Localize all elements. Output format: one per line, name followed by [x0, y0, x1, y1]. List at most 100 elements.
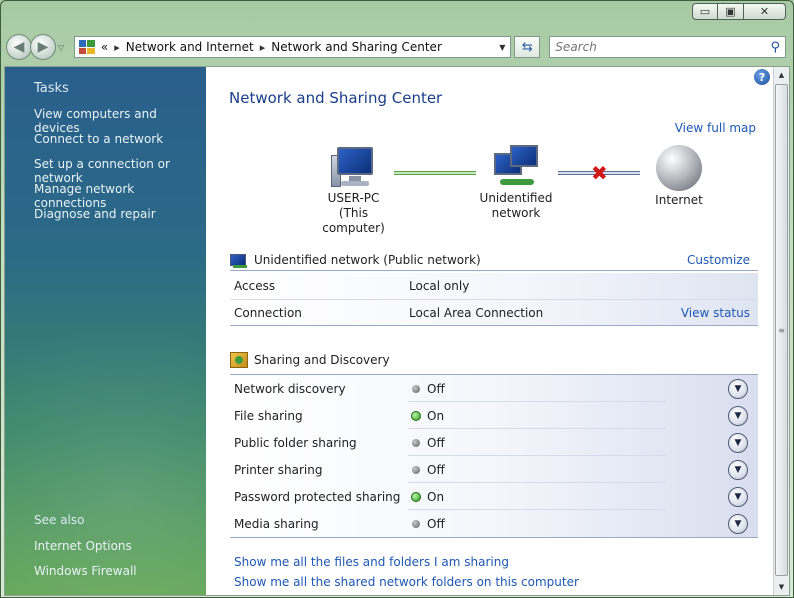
map-node-internet[interactable]: Internet [644, 145, 714, 208]
tasks-pane: Tasks View computers and devices Connect… [5, 67, 206, 595]
expand-button[interactable]: ▼ [728, 459, 748, 480]
status-off-icon [412, 519, 420, 528]
status-indicator: Off [412, 436, 445, 450]
network-icon [490, 145, 542, 189]
status-indicator: Off [412, 382, 445, 396]
task-manage-network-connections[interactable]: Manage network connections [34, 182, 206, 210]
address-dropdown-button[interactable]: ▼ [494, 37, 510, 57]
sharing-setting-label: Password protected sharing [234, 489, 401, 504]
disconnected-x-icon: ✖ [591, 161, 608, 185]
globe-icon [656, 145, 702, 191]
sharing-setting-label: Public folder sharing [234, 435, 357, 450]
task-diagnose-and-repair[interactable]: Diagnose and repair [34, 207, 156, 221]
status-indicator: Off [412, 517, 445, 531]
scroll-up-button[interactable]: ▲ [774, 67, 789, 83]
recent-pages-dropdown[interactable]: ▽ [58, 43, 68, 52]
refresh-button[interactable]: ⇆ [514, 36, 541, 58]
forward-arrow-icon: ▶ [37, 39, 49, 55]
breadcrumb-separator[interactable]: ▸ [114, 41, 120, 54]
content-area: Tasks View computers and devices Connect… [4, 66, 790, 596]
status-on-icon [411, 491, 421, 502]
chevron-down-icon: ▼ [734, 410, 742, 421]
expand-button[interactable]: ▼ [728, 486, 748, 507]
expand-button[interactable]: ▼ [728, 432, 748, 453]
breadcrumb-network-and-sharing-center[interactable]: Network and Sharing Center [271, 40, 442, 54]
network-section-header: Unidentified network (Public network) Cu… [230, 249, 758, 271]
sharing-row-password-protected-sharing: Password protected sharing On ▼ [230, 483, 758, 510]
sharing-setting-label: Printer sharing [234, 462, 323, 477]
sharing-setting-label: Network discovery [234, 381, 346, 396]
close-button[interactable]: ✕ [744, 3, 786, 20]
breadcrumb-overflow[interactable]: « [101, 40, 108, 54]
scroll-down-button[interactable]: ▼ [774, 579, 789, 595]
status-indicator: On [411, 490, 444, 504]
chevron-down-icon: ▼ [734, 437, 742, 448]
sharing-setting-label: File sharing [234, 408, 303, 423]
status-indicator: On [411, 409, 444, 423]
task-view-computers-and-devices[interactable]: View computers and devices [34, 107, 206, 135]
connection-label: Connection [234, 305, 302, 320]
show-shared-network-folders-link[interactable]: Show me all the shared network folders o… [234, 575, 579, 589]
network-icon [230, 252, 248, 268]
search-input[interactable] [555, 40, 766, 54]
chevron-down-icon: ▽ [57, 42, 65, 52]
scrollbar-thumb[interactable]: ≡ [775, 84, 788, 576]
search-box[interactable]: ⚲ [549, 36, 787, 58]
expand-button[interactable]: ▼ [728, 378, 748, 399]
network-info-table: Access Local only Connection Local Area … [230, 273, 758, 326]
control-panel-icon [78, 40, 95, 54]
see-also-internet-options[interactable]: Internet Options [34, 539, 132, 553]
minimize-button[interactable]: ▭ [692, 3, 718, 20]
tasks-heading: Tasks [34, 81, 69, 96]
customize-link[interactable]: Customize [687, 253, 750, 267]
forward-button[interactable]: ▶ [29, 34, 56, 60]
see-also-windows-firewall[interactable]: Windows Firewall [34, 564, 137, 578]
sharing-table: Network discovery Off ▼ File sharing On … [230, 374, 758, 538]
view-status-link[interactable]: View status [681, 306, 750, 320]
maximize-button[interactable]: ▣ [718, 3, 744, 20]
computer-sub-label: (This computer) [322, 206, 385, 235]
sharing-setting-label: Media sharing [234, 516, 319, 531]
back-button[interactable]: ◀ [6, 34, 32, 60]
back-arrow-icon: ◀ [13, 39, 25, 55]
chevron-down-icon: ▼ [734, 491, 742, 502]
chevron-down-icon: ▼ [734, 464, 742, 475]
show-shared-files-link[interactable]: Show me all the files and folders I am s… [234, 555, 509, 569]
sharing-row-file-sharing: File sharing On ▼ [230, 402, 758, 429]
expand-button[interactable]: ▼ [728, 405, 748, 426]
access-value: Local only [409, 279, 470, 293]
search-icon[interactable]: ⚲ [770, 40, 780, 55]
sharing-section-title: Sharing and Discovery [254, 353, 390, 367]
info-row-connection: Connection Local Area Connection View st… [230, 299, 758, 325]
map-node-network[interactable]: Unidentified network [454, 145, 578, 221]
status-off-icon [412, 438, 420, 447]
computer-icon [330, 147, 377, 189]
task-connect-to-a-network[interactable]: Connect to a network [34, 132, 163, 146]
network-section-title: Unidentified network (Public network) [254, 252, 481, 267]
task-set-up-a-connection[interactable]: Set up a connection or network [34, 157, 206, 185]
breadcrumb-network-and-internet[interactable]: Network and Internet [126, 40, 254, 54]
breadcrumb-separator[interactable]: ▸ [260, 41, 266, 54]
refresh-icon: ⇆ [521, 39, 533, 55]
network-label: Unidentified network [479, 191, 553, 220]
vertical-scrollbar[interactable]: ▲ ≡ ▼ [773, 67, 789, 595]
expand-button[interactable]: ▼ [728, 513, 748, 534]
main-pane: ? Network and Sharing Center View full m… [206, 67, 774, 595]
arrow-down-icon: ▼ [778, 583, 785, 591]
grip-icon: ≡ [778, 325, 785, 335]
map-node-this-computer[interactable]: USER-PC (This computer) [306, 147, 401, 236]
sharing-row-public-folder-sharing: Public folder sharing Off ▼ [230, 429, 758, 456]
caption-buttons: ▭ ▣ ✕ [692, 3, 786, 20]
arrow-up-icon: ▲ [778, 71, 785, 79]
navigation-bar: ◀ ▶ ▽ « ▸ Network and Internet ▸ Network… [6, 33, 787, 61]
status-indicator: Off [412, 463, 445, 477]
help-icon[interactable]: ? [754, 69, 770, 85]
address-bar[interactable]: « ▸ Network and Internet ▸ Network and S… [73, 36, 512, 58]
sharing-icon [230, 352, 248, 368]
status-on-icon [411, 410, 421, 421]
sharing-section-header: Sharing and Discovery [230, 349, 758, 371]
page-title: Network and Sharing Center [229, 89, 443, 107]
sharing-row-media-sharing: Media sharing Off ▼ [230, 510, 758, 537]
sharing-row-printer-sharing: Printer sharing Off ▼ [230, 456, 758, 483]
view-full-map-link[interactable]: View full map [675, 121, 756, 135]
